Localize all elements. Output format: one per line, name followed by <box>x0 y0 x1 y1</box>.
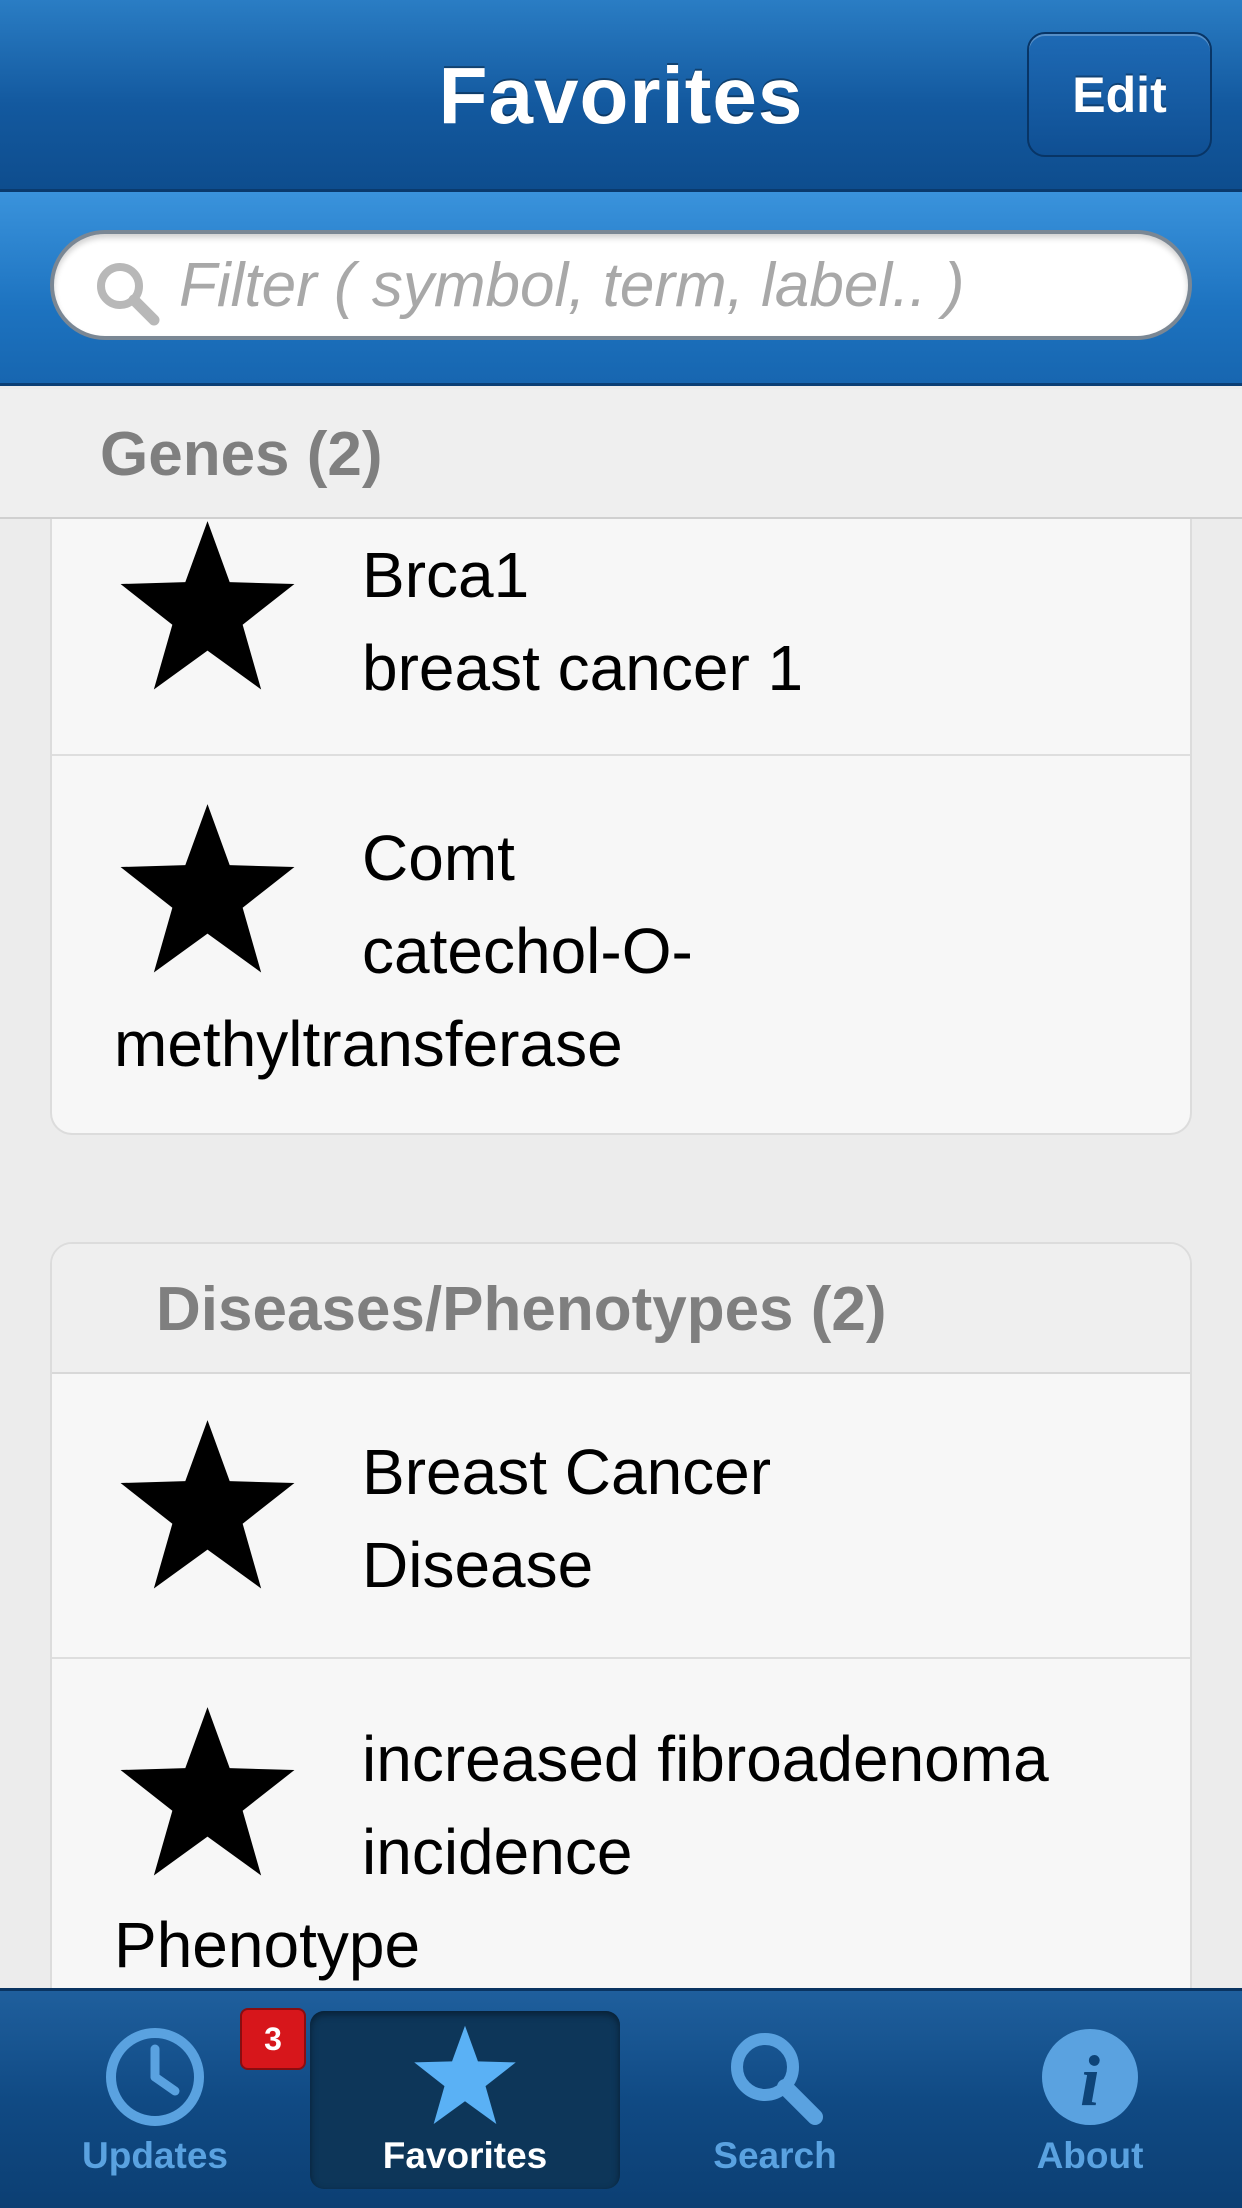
edit-button[interactable]: Edit <box>1027 32 1212 157</box>
list-item[interactable]: Comt catechol-O- methyltransferase <box>52 756 1190 1133</box>
item-symbol: Comt <box>362 822 515 894</box>
item-name: breast cancer 1 <box>362 632 804 704</box>
star-icon <box>120 521 295 690</box>
item-type: Phenotype <box>114 1909 421 1981</box>
tab-label: Search <box>713 2135 837 2176</box>
tab-bar: Updates Favorites Search i About <box>0 1988 1242 2208</box>
clock-icon <box>106 2028 204 2126</box>
list-item[interactable]: Brca1 breast cancer 1 <box>52 519 1190 756</box>
search-icon <box>97 263 160 326</box>
search-icon <box>731 2033 823 2125</box>
star-icon <box>414 2025 516 2124</box>
tab-label: Updates <box>82 2135 228 2176</box>
filter-bar <box>0 192 1242 386</box>
item-name-continued: methyltransferase <box>114 1008 623 1080</box>
item-term-continued: incidence <box>362 1816 633 1888</box>
info-icon: i <box>1042 2029 1138 2125</box>
tab-label: Favorites <box>382 2135 548 2176</box>
item-symbol: Brca1 <box>362 539 530 611</box>
item-type: Disease <box>362 1529 594 1601</box>
tab-favorites[interactable]: Favorites <box>310 2011 620 2189</box>
updates-badge: 3 <box>240 2008 306 2070</box>
tab-label: About <box>1036 2135 1144 2176</box>
tab-search[interactable]: Search <box>665 2011 885 2189</box>
section-header-genes: Genes (2) <box>0 389 1242 519</box>
section-header-diseases: Diseases/Phenotypes (2) <box>52 1244 1190 1374</box>
filter-field[interactable] <box>50 230 1192 340</box>
item-term: Breast Cancer <box>362 1436 772 1508</box>
item-term: increased fibroadenoma <box>362 1723 1049 1795</box>
tab-about[interactable]: i About <box>980 2011 1200 2189</box>
tab-updates[interactable]: Updates <box>45 2011 265 2189</box>
section-title: Diseases/Phenotypes (2) <box>156 1275 887 1344</box>
filter-input[interactable] <box>179 242 1158 328</box>
star-icon <box>120 804 295 973</box>
nav-bar: Favorites Edit <box>0 0 1242 192</box>
genes-list: Brca1 breast cancer 1 Comt catechol-O- m… <box>50 519 1192 1135</box>
star-icon <box>120 1707 295 1876</box>
star-icon <box>120 1420 295 1589</box>
list-item[interactable]: Breast Cancer Disease <box>52 1374 1190 1659</box>
item-name: catechol-O- <box>362 915 693 987</box>
svg-text:i: i <box>1080 2041 1100 2121</box>
section-title: Genes (2) <box>100 420 383 489</box>
